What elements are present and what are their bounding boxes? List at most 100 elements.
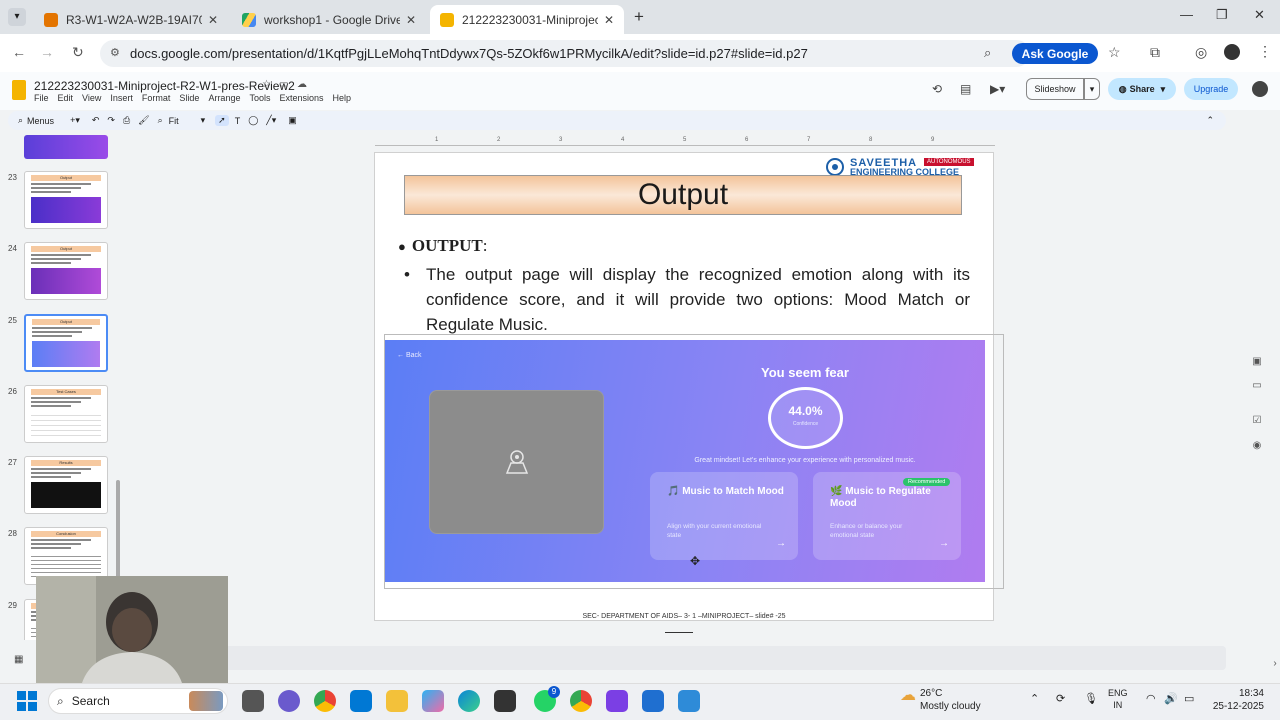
slide-title-box[interactable]: Output: [404, 175, 962, 215]
new-slide-icon[interactable]: +▾: [70, 115, 80, 126]
minimize-icon[interactable]: —: [1180, 7, 1193, 22]
move-folder-icon[interactable]: ▭: [279, 79, 288, 90]
paint-format-icon[interactable]: 🖌: [138, 115, 149, 126]
app-icon[interactable]: [606, 690, 628, 712]
maps-icon[interactable]: ◉: [1248, 440, 1266, 454]
sync-icon[interactable]: ◎: [1195, 44, 1207, 61]
drive-side-icon[interactable]: ▭: [1248, 380, 1266, 394]
chrome-active-icon[interactable]: [570, 690, 592, 712]
menu-help[interactable]: Help: [333, 93, 352, 103]
zoom-icon[interactable]: ⌕: [158, 115, 163, 126]
sync-tray-icon[interactable]: ⟳: [1056, 692, 1065, 705]
file-explorer-icon[interactable]: [386, 690, 408, 712]
menu-arrange[interactable]: Arrange: [208, 93, 240, 103]
battery-icon[interactable]: ▭: [1184, 692, 1194, 705]
close-icon[interactable]: ✕: [400, 13, 416, 27]
chrome-icon[interactable]: [314, 690, 336, 712]
grid-view-icon[interactable]: ▦: [14, 654, 23, 665]
app-icon[interactable]: [278, 690, 300, 712]
slide-thumbnail[interactable]: Output: [24, 242, 108, 300]
comment-add-icon[interactable]: ▣: [288, 115, 297, 126]
new-tab-icon[interactable]: +: [634, 7, 644, 27]
task-view-icon[interactable]: [242, 690, 264, 712]
maximize-icon[interactable]: ❐: [1216, 7, 1228, 23]
slide-thumbnail[interactable]: Test Cases: [24, 385, 108, 443]
speaker-notes-bar[interactable]: [130, 646, 1226, 670]
upgrade-button[interactable]: Upgrade: [1184, 78, 1238, 100]
bookmark-star-icon[interactable]: ☆: [1108, 44, 1121, 61]
slide-thumbnail[interactable]: Results: [24, 456, 108, 514]
line-icon[interactable]: ╱▾: [266, 115, 276, 126]
zoom-select[interactable]: Fit: [169, 116, 199, 126]
comments-icon[interactable]: ▤: [960, 82, 971, 96]
edge-icon[interactable]: [458, 690, 480, 712]
reload-icon[interactable]: ↻: [72, 44, 84, 61]
meet-icon[interactable]: ▶▾: [990, 82, 1005, 96]
extensions-icon[interactable]: ⧉: [1150, 44, 1160, 61]
bullet-description[interactable]: • The output page will display the recogn…: [404, 262, 970, 337]
input-language[interactable]: ENG IN: [1108, 687, 1128, 711]
slide-thumbnail[interactable]: Output: [24, 171, 108, 229]
app-icon[interactable]: [678, 690, 700, 712]
system-clock[interactable]: 18:34 25-12-2025: [1206, 687, 1264, 713]
menu-extensions[interactable]: Extensions: [279, 93, 323, 103]
account-avatar[interactable]: [1252, 81, 1268, 97]
zoom-search-icon[interactable]: ⌕: [984, 45, 991, 61]
vscode-icon[interactable]: [350, 690, 372, 712]
search-menus-icon[interactable]: ⌕: [18, 115, 23, 126]
menu-insert[interactable]: Insert: [110, 93, 133, 103]
browser-menu-icon[interactable]: ⋮: [1258, 43, 1272, 60]
document-title[interactable]: 212223230031-Miniproject-R2-W1-pres-Revi…: [34, 79, 295, 93]
volume-icon[interactable]: 🔊: [1164, 692, 1178, 705]
slideshow-dropdown-icon[interactable]: ▾: [1084, 78, 1100, 100]
menu-tools[interactable]: Tools: [249, 93, 270, 103]
slide-thumbnail[interactable]: [24, 135, 108, 159]
star-icon[interactable]: ☆: [262, 79, 271, 90]
slides-logo-icon[interactable]: [12, 80, 26, 100]
store-icon[interactable]: [494, 690, 516, 712]
microphone-icon[interactable]: 🎙: [1084, 692, 1098, 705]
share-button[interactable]: ◍ Share ▾: [1108, 78, 1176, 100]
collapse-side-panel-icon[interactable]: ›: [1266, 658, 1280, 672]
tasks-icon[interactable]: ☑: [1248, 415, 1266, 429]
menus-label[interactable]: Menus: [27, 116, 54, 126]
text-box-icon[interactable]: T: [235, 116, 241, 126]
menu-edit[interactable]: Edit: [58, 93, 74, 103]
keep-icon[interactable]: ▣: [1248, 356, 1266, 370]
menu-file[interactable]: File: [34, 93, 49, 103]
taskbar-search[interactable]: ⌕ Search: [48, 688, 228, 714]
copilot-icon[interactable]: [422, 690, 444, 712]
tab-search-icon[interactable]: ▾: [8, 8, 26, 26]
app-icon[interactable]: [642, 690, 664, 712]
forward-icon[interactable]: →: [40, 44, 54, 60]
version-history-icon[interactable]: ⟲: [932, 82, 942, 96]
slide-thumbnail[interactable]: Output: [24, 314, 108, 372]
site-info-icon[interactable]: ⚙: [110, 46, 120, 59]
close-window-icon[interactable]: ✕: [1254, 7, 1265, 23]
close-icon[interactable]: ✕: [598, 13, 614, 27]
select-tool-icon[interactable]: ➚: [215, 115, 229, 126]
browser-tab-2[interactable]: workshop1 - Google Drive ✕: [232, 5, 426, 34]
app-output-image[interactable]: ← Back You seem fear 44.0% Confidence Gr…: [385, 340, 985, 582]
browser-tab-3[interactable]: 212223230031-Miniproject-R2- ✕: [430, 5, 624, 34]
redo-icon[interactable]: ↷: [107, 115, 115, 126]
ask-google-button[interactable]: Ask Google: [1012, 43, 1098, 64]
undo-icon[interactable]: ↶: [92, 115, 100, 126]
shape-icon[interactable]: ◯: [248, 115, 258, 126]
close-icon[interactable]: ✕: [202, 13, 218, 27]
menu-format[interactable]: Format: [142, 93, 171, 103]
collapse-toolbar-icon[interactable]: ⌃: [1206, 115, 1214, 126]
back-icon[interactable]: ←: [12, 44, 26, 60]
windows-start-icon[interactable]: [17, 691, 37, 711]
browser-tab-1[interactable]: R3-W1-W2A-W2B-19AI701: RE ✕: [34, 5, 228, 34]
profile-avatar[interactable]: [1224, 44, 1240, 60]
menu-view[interactable]: View: [82, 93, 101, 103]
bullet-output[interactable]: ● OUTPUT:: [398, 236, 487, 256]
weather-widget[interactable]: ☁ 26°C Mostly cloudy: [900, 687, 981, 713]
chevron-down-icon[interactable]: ▾: [201, 115, 206, 126]
wifi-icon[interactable]: ◠: [1146, 692, 1156, 705]
print-icon[interactable]: ⎙: [123, 115, 130, 126]
slideshow-button[interactable]: Slideshow: [1026, 78, 1084, 100]
menu-slide[interactable]: Slide: [179, 93, 199, 103]
url-input[interactable]: ⚙ docs.google.com/presentation/d/1KqtfPg…: [100, 40, 1030, 67]
